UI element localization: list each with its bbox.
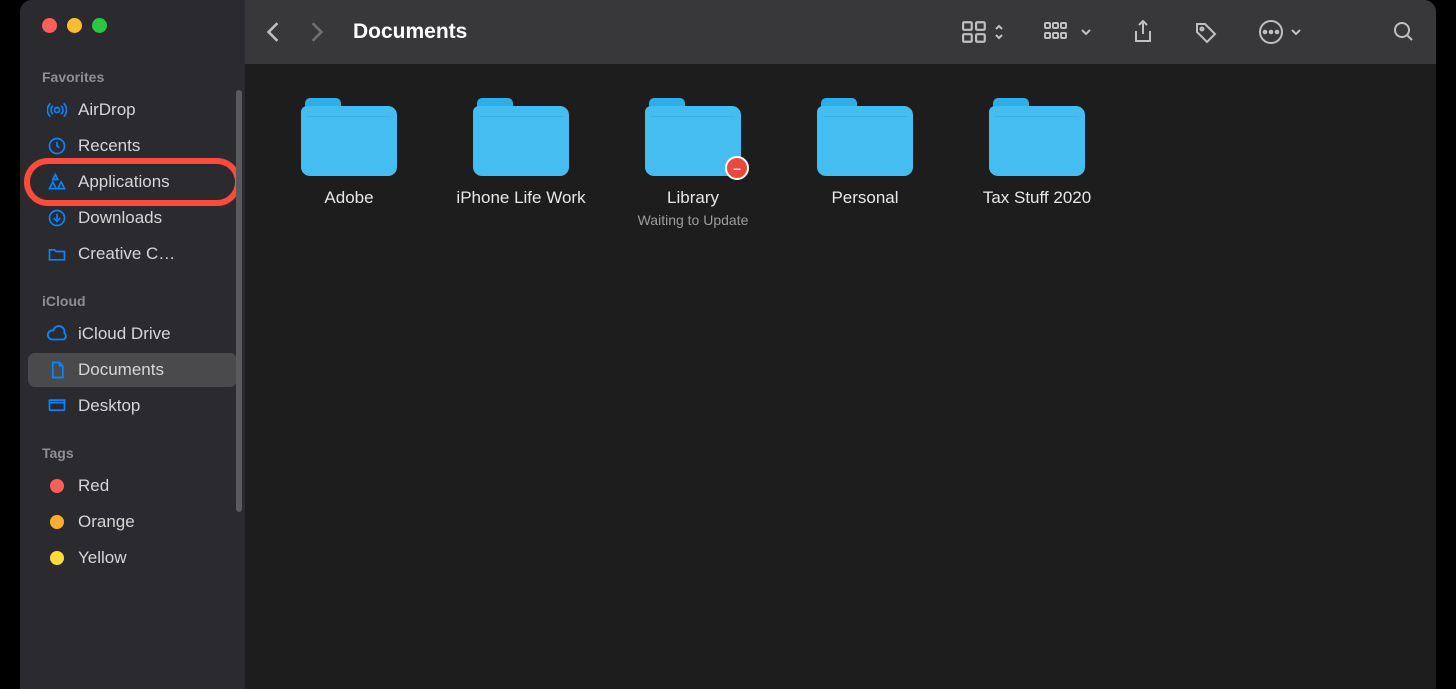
sidebar: Favorites AirDrop Recents Applications [20, 0, 245, 689]
sidebar-section-header: iCloud [20, 273, 245, 315]
sidebar-item-label: Desktop [78, 396, 140, 416]
minimize-button[interactable] [67, 18, 82, 33]
folder-subtitle: Waiting to Update [638, 212, 749, 228]
toolbar-actions [962, 19, 1416, 45]
sidebar-item-recents[interactable]: Recents [28, 129, 237, 163]
sidebar-section-header: Favorites [20, 33, 245, 91]
airdrop-icon [46, 99, 68, 121]
tag-dot-icon [46, 511, 68, 533]
sidebar-item-creative-cloud[interactable]: Creative C… [28, 237, 237, 271]
file-browser[interactable]: Adobe iPhone Life Work – Library Waiting… [245, 64, 1436, 689]
sidebar-item-icloud-drive[interactable]: iCloud Drive [28, 317, 237, 351]
sidebar-item-downloads[interactable]: Downloads [28, 201, 237, 235]
group-by-button[interactable] [1044, 22, 1092, 42]
sidebar-item-label: Downloads [78, 208, 162, 228]
sidebar-tag-red[interactable]: Red [28, 469, 237, 503]
view-as-icons-button[interactable] [962, 21, 1004, 43]
folder-item[interactable]: iPhone Life Work [435, 92, 607, 228]
back-button[interactable] [265, 21, 281, 43]
sidebar-item-label: Red [78, 476, 109, 496]
tag-dot-icon [46, 475, 68, 497]
sidebar-item-label: Recents [78, 136, 140, 156]
folder-icon: – [645, 98, 741, 176]
folder-icon [301, 98, 397, 176]
sidebar-item-desktop[interactable]: Desktop [28, 389, 237, 423]
folder-name: Personal [831, 188, 898, 208]
sidebar-scrollbar[interactable] [236, 90, 242, 512]
sidebar-item-documents[interactable]: Documents [28, 353, 237, 387]
sidebar-item-label: Creative C… [78, 244, 175, 264]
folder-name: Tax Stuff 2020 [983, 188, 1091, 208]
folder-item[interactable]: Adobe [263, 92, 435, 228]
no-entry-badge-icon: – [725, 156, 749, 180]
search-button[interactable] [1392, 20, 1416, 44]
document-icon [46, 359, 68, 381]
folder-icon [46, 243, 68, 265]
folder-item[interactable]: – Library Waiting to Update [607, 92, 779, 228]
main: Documents [245, 0, 1436, 689]
desktop-icon [46, 395, 68, 417]
window-title: Documents [353, 20, 962, 44]
folder-name: Adobe [324, 188, 373, 208]
sidebar-item-applications[interactable]: Applications [28, 165, 237, 199]
sidebar-item-label: Yellow [78, 548, 127, 568]
nav-buttons [265, 21, 325, 43]
close-button[interactable] [42, 18, 57, 33]
sidebar-item-label: Documents [78, 360, 164, 380]
more-actions-button[interactable] [1258, 19, 1302, 45]
folder-item[interactable]: Personal [779, 92, 951, 228]
folder-icon [817, 98, 913, 176]
clock-icon [46, 135, 68, 157]
toolbar: Documents [245, 0, 1436, 64]
finder-window: Favorites AirDrop Recents Applications [20, 0, 1436, 689]
sidebar-tag-yellow[interactable]: Yellow [28, 541, 237, 575]
forward-button[interactable] [309, 21, 325, 43]
window-controls [20, 0, 245, 33]
apps-icon [46, 171, 68, 193]
download-icon [46, 207, 68, 229]
sidebar-item-label: Orange [78, 512, 135, 532]
folder-icon [473, 98, 569, 176]
sidebar-item-label: AirDrop [78, 100, 136, 120]
folder-item[interactable]: Tax Stuff 2020 [951, 92, 1123, 228]
sidebar-item-label: Applications [78, 172, 170, 192]
folder-name: iPhone Life Work [456, 188, 585, 208]
folder-icon [989, 98, 1085, 176]
sidebar-section-header: Tags [20, 425, 245, 467]
share-button[interactable] [1132, 20, 1154, 44]
tags-button[interactable] [1194, 21, 1218, 43]
sidebar-tag-orange[interactable]: Orange [28, 505, 237, 539]
sidebar-item-label: iCloud Drive [78, 324, 171, 344]
maximize-button[interactable] [92, 18, 107, 33]
sidebar-item-airdrop[interactable]: AirDrop [28, 93, 237, 127]
cloud-icon [46, 323, 68, 345]
folder-name: Library [667, 188, 719, 208]
tag-dot-icon [46, 547, 68, 569]
